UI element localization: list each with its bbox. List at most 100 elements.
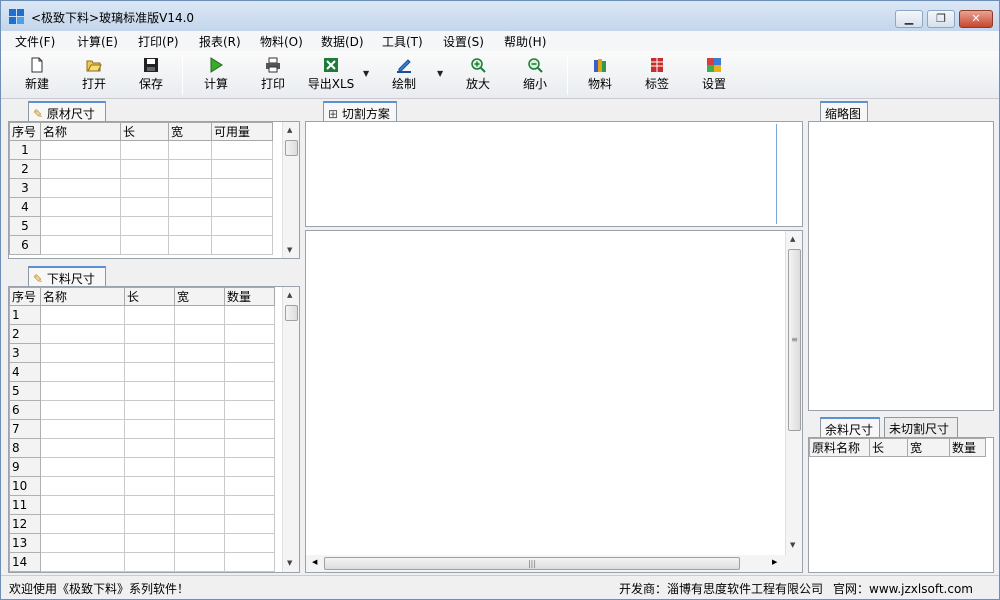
table-row[interactable]: 13 [9, 533, 275, 553]
export-xls-button[interactable]: 导出XLS [307, 57, 355, 92]
thumbnail-view [808, 121, 994, 411]
col-header[interactable]: 名称 [40, 122, 121, 141]
canvas-hscroll[interactable]: ◀ ||| ▶ [306, 555, 802, 572]
label-label: 标签 [644, 77, 669, 91]
menu-data[interactable]: 数据(D) [321, 33, 364, 50]
scroll-thumb[interactable] [285, 305, 298, 321]
scroll-down-arrow[interactable]: ▼ [287, 559, 292, 567]
col-header[interactable]: 宽 [174, 287, 225, 306]
table-row[interactable]: 1 [9, 305, 275, 325]
draw-button[interactable]: 绘制 [390, 57, 418, 92]
menu-settings[interactable]: 设置(S) [443, 33, 484, 50]
cutting-plan-canvas[interactable]: ▲ ≡ ▼ ◀ ||| ▶ [305, 230, 803, 573]
table-row[interactable]: 2 [9, 159, 273, 179]
table-row[interactable]: 8 [9, 438, 275, 458]
menu-material[interactable]: 物料(O) [260, 33, 303, 50]
tab-raw-material[interactable]: ✎ 原材尺寸 [28, 101, 106, 121]
material-button[interactable]: 物料 [586, 57, 614, 92]
tab-cutting-plan[interactable]: ⊞ 切割方案 [323, 101, 397, 121]
scroll-down-arrow[interactable]: ▼ [790, 541, 795, 549]
scroll-thumb[interactable]: ||| [324, 557, 740, 570]
col-header[interactable]: 数量 [224, 287, 275, 306]
table-row[interactable]: 9 [9, 457, 275, 477]
draw-dropdown-arrow[interactable]: ▼ [437, 69, 443, 78]
settings-button[interactable]: 设置 [700, 57, 728, 92]
new-button[interactable]: 新建 [23, 57, 51, 92]
zoom-in-button[interactable]: 放大 [464, 57, 492, 92]
title-bar: <极致下料>玻璃标准版V14.0 ▁ ❐ ✕ [1, 1, 999, 31]
row-number: 7 [9, 419, 41, 439]
cut-size-vscroll[interactable]: ▲ ▼ [282, 287, 299, 572]
print-button[interactable]: 打印 [259, 57, 287, 92]
table-row[interactable]: 7 [9, 419, 275, 439]
calculate-button[interactable]: 计算 [202, 57, 230, 92]
table-row[interactable]: 1 [9, 140, 273, 160]
scroll-thumb[interactable]: ≡ [788, 249, 801, 431]
col-header[interactable]: 宽 [168, 122, 212, 141]
col-header[interactable]: 可用量 [211, 122, 273, 141]
menu-tools[interactable]: 工具(T) [382, 33, 423, 50]
table-row[interactable]: 4 [9, 362, 275, 382]
zoom-out-button[interactable]: 缩小 [521, 57, 549, 92]
col-header[interactable]: 名称 [40, 287, 125, 306]
row-number: 4 [9, 197, 41, 217]
cutting-plan-list[interactable] [305, 121, 803, 227]
table-row[interactable]: 2 [9, 324, 275, 344]
table-row[interactable]: 3 [9, 178, 273, 198]
tab-cut-size[interactable]: ✎ 下料尺寸 [28, 266, 106, 286]
col-header[interactable]: 宽 [907, 438, 950, 457]
col-header[interactable]: 数量 [949, 438, 986, 457]
table-row[interactable]: 14 [9, 552, 275, 572]
open-label: 打开 [81, 77, 106, 91]
col-header[interactable]: 序号 [9, 287, 41, 306]
table-row[interactable]: 3 [9, 343, 275, 363]
row-number: 9 [9, 457, 41, 477]
settings-label: 设置 [701, 77, 726, 91]
app-logo-icon [9, 9, 25, 25]
col-header[interactable]: 长 [124, 287, 175, 306]
label-grid-icon [651, 58, 663, 72]
scroll-left-arrow[interactable]: ◀ [312, 558, 317, 566]
scroll-up-arrow[interactable]: ▲ [287, 291, 292, 299]
save-button[interactable]: 保存 [137, 57, 165, 92]
remainder-panel: 原料名称 长 宽 数量 [808, 437, 994, 573]
label-button[interactable]: 标签 [643, 57, 671, 92]
close-button[interactable]: ✕ [959, 10, 993, 28]
scroll-thumb[interactable] [285, 140, 298, 156]
table-row[interactable]: 6 [9, 235, 273, 255]
tab-thumbnail[interactable]: 缩略图 [820, 101, 868, 121]
scroll-up-arrow[interactable]: ▲ [287, 126, 292, 134]
tab-uncut[interactable]: 未切割尺寸 [884, 417, 958, 437]
menu-print[interactable]: 打印(P) [138, 33, 179, 50]
row-number: 8 [9, 438, 41, 458]
canvas-vscroll[interactable]: ▲ ≡ ▼ [785, 231, 802, 555]
table-row[interactable]: 11 [9, 495, 275, 515]
col-header[interactable]: 序号 [9, 122, 41, 141]
table-row[interactable]: 12 [9, 514, 275, 534]
table-row[interactable]: 6 [9, 400, 275, 420]
table-row[interactable]: 5 [9, 216, 273, 236]
open-button[interactable]: 打开 [80, 57, 108, 92]
menu-report[interactable]: 报表(R) [199, 33, 241, 50]
scroll-up-arrow[interactable]: ▲ [790, 235, 795, 243]
menu-file[interactable]: 文件(F) [15, 33, 55, 50]
menu-help[interactable]: 帮助(H) [504, 33, 546, 50]
menu-calculate[interactable]: 计算(E) [77, 33, 118, 50]
scroll-right-arrow[interactable]: ▶ [772, 558, 777, 566]
app-window: <极致下料>玻璃标准版V14.0 ▁ ❐ ✕ 文件(F) 计算(E) 打印(P)… [0, 0, 1000, 600]
table-row[interactable]: 10 [9, 476, 275, 496]
restore-button[interactable]: ❐ [927, 10, 955, 28]
col-header[interactable]: 长 [869, 438, 908, 457]
scroll-down-arrow[interactable]: ▼ [287, 246, 292, 254]
cut-size-table: 序号 名称 长 宽 数量 1 2 3 4 5 6 7 8 9 10 11 12 … [9, 287, 275, 572]
tab-remainder[interactable]: 余料尺寸 [820, 417, 880, 437]
zoom-out-icon [528, 58, 543, 73]
print-label: 打印 [260, 77, 285, 91]
table-row[interactable]: 4 [9, 197, 273, 217]
raw-material-vscroll[interactable]: ▲ ▼ [282, 122, 299, 258]
col-header[interactable]: 原料名称 [809, 438, 870, 457]
table-row[interactable]: 5 [9, 381, 275, 401]
minimize-button[interactable]: ▁ [895, 10, 923, 28]
export-dropdown-arrow[interactable]: ▼ [363, 69, 369, 78]
col-header[interactable]: 长 [120, 122, 169, 141]
